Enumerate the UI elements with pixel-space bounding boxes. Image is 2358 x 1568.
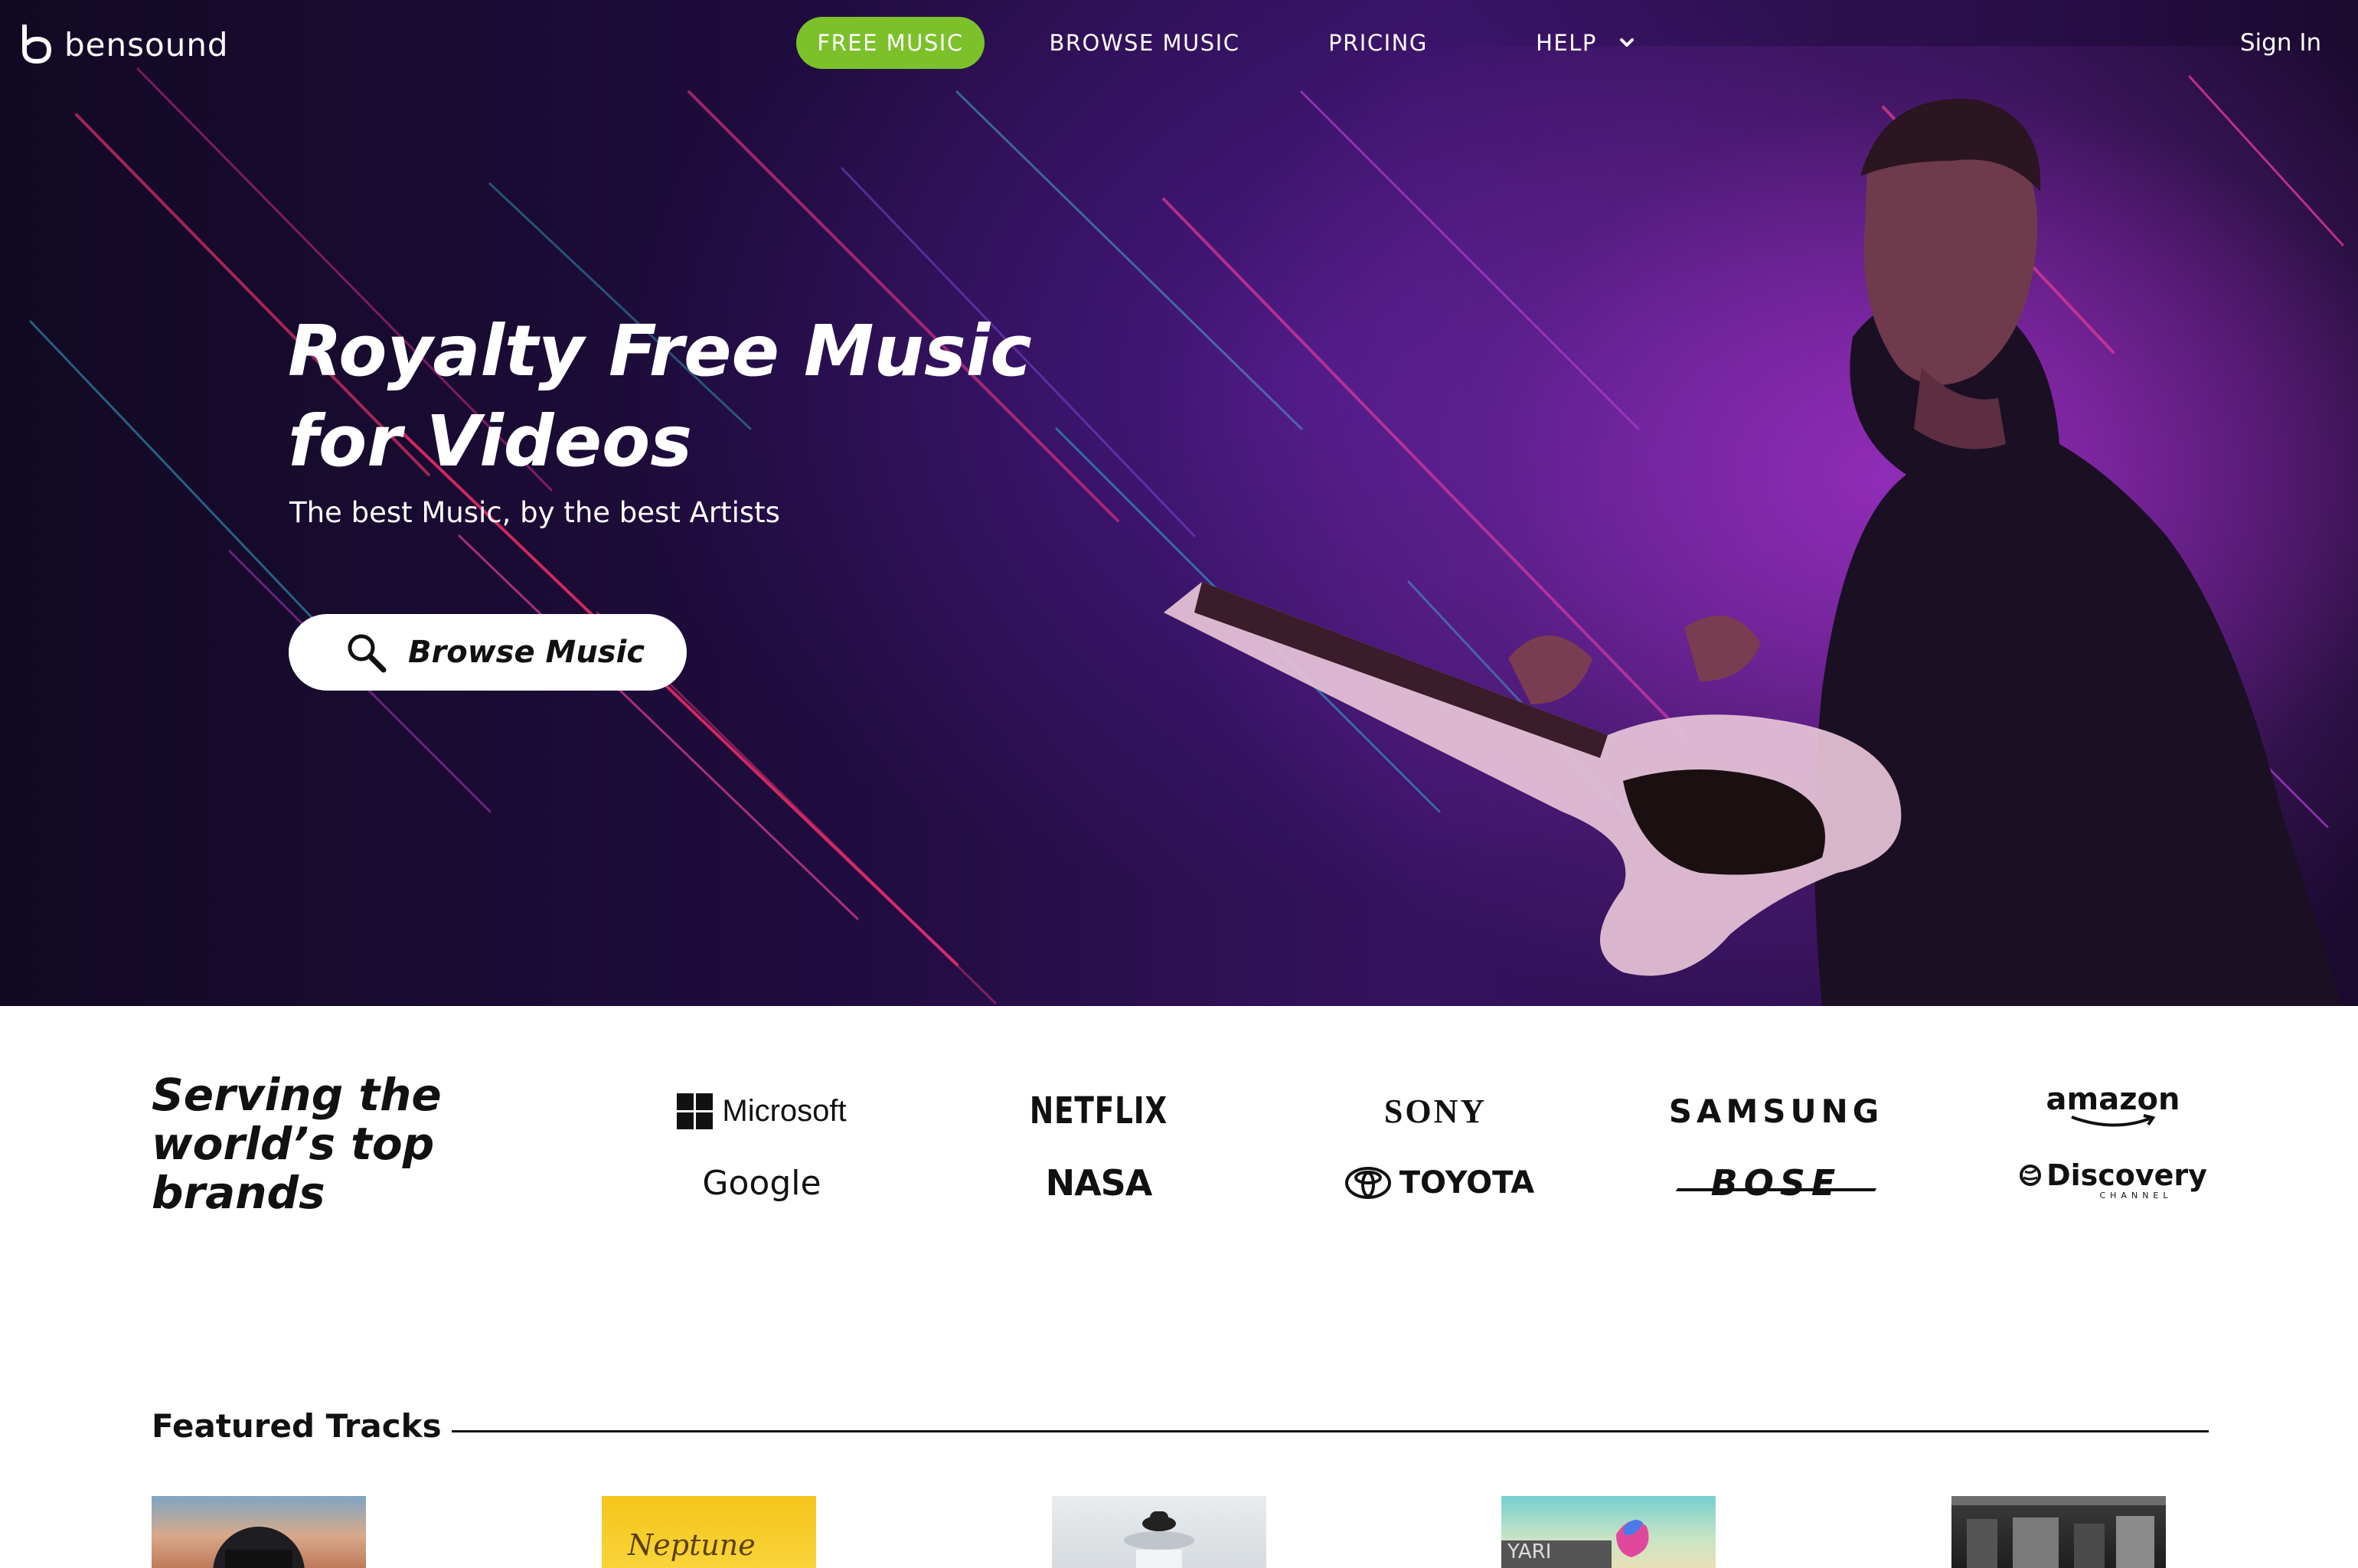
chevron-down-icon: [1619, 38, 1634, 47]
microsoft-logo: Microsoft: [674, 1084, 850, 1138]
toyota-emblem-icon: [1344, 1167, 1391, 1199]
bose-logo-text: BOSE: [1710, 1162, 1842, 1204]
toyota-logo-text: TOYOTA: [1399, 1165, 1535, 1200]
track-cover[interactable]: YARI: [1501, 1496, 1716, 1568]
bose-logo: BOSE: [1675, 1156, 1877, 1210]
track-cover[interactable]: [152, 1496, 366, 1568]
bose-underline: [1675, 1188, 1877, 1191]
track-cover-art: [1124, 1511, 1194, 1568]
amazon-logo: amazon: [2036, 1078, 2190, 1132]
sign-in-link[interactable]: Sign In: [2223, 17, 2338, 69]
brands-heading: Serving the world’s top brands: [152, 1070, 488, 1217]
brands-heading-line2: world’s top: [152, 1118, 435, 1170]
nasa-logo: NASA: [1045, 1162, 1153, 1204]
amazon-logo-text: amazon: [2046, 1082, 2180, 1117]
hero-subtitle: The best Music, by the best Artists: [289, 496, 780, 529]
microsoft-logo-text: Microsoft: [722, 1093, 847, 1128]
toyota-logo: TOYOTA: [1340, 1156, 1539, 1210]
netflix-logo: NETFLIX: [1029, 1089, 1168, 1132]
sony-logo: SONY: [1383, 1092, 1488, 1130]
bensound-logo[interactable]: bensound: [20, 23, 229, 66]
nav-help-label: HELP: [1536, 30, 1597, 56]
top-navigation: bensound FREE MUSIC BROWSE MUSIC PRICING…: [0, 0, 2358, 86]
bensound-logo-icon: [22, 24, 52, 64]
search-icon: [348, 634, 387, 673]
nav-browse-music[interactable]: BROWSE MUSIC: [1041, 17, 1248, 69]
hero-title-line1: Royalty Free Music: [288, 310, 1032, 392]
track-cover[interactable]: Neptune: [602, 1496, 816, 1568]
guitarist-photo: [1148, 46, 2358, 1006]
brand-name: bensound: [64, 25, 229, 64]
nav-pricing[interactable]: PRICING: [1314, 17, 1442, 69]
track-cover-text: Neptune: [628, 1528, 756, 1562]
track-cover-art: [1951, 1496, 2166, 1568]
nav-free-music[interactable]: FREE MUSIC: [796, 17, 985, 69]
browse-music-button[interactable]: Browse Music: [289, 614, 687, 691]
samsung-logo: SAMSUNG: [1668, 1092, 1884, 1130]
featured-tracks-divider: [452, 1430, 2209, 1432]
discovery-logo-main: Discovery: [2019, 1160, 2207, 1191]
brands-heading-line3: brands: [152, 1167, 325, 1219]
google-logo: Google: [702, 1163, 821, 1203]
discovery-logo: Discovery CHANNEL: [2019, 1153, 2207, 1207]
hero-title: Royalty Free Music for Videos: [288, 306, 1130, 487]
browse-music-button-label: Browse Music: [408, 635, 645, 670]
track-cover[interactable]: [1052, 1496, 1266, 1568]
track-cover-art: [213, 1527, 305, 1568]
track-cover[interactable]: [1951, 1496, 2166, 1568]
featured-tracks-title: Featured Tracks: [152, 1407, 442, 1445]
microsoft-icon: [677, 1093, 714, 1129]
globe-icon: [2020, 1164, 2042, 1186]
discovery-logo-text: Discovery: [2046, 1158, 2207, 1192]
nav-help[interactable]: HELP: [1520, 17, 1651, 69]
amazon-smile-icon: [2071, 1114, 2156, 1127]
discovery-channel-text: CHANNEL: [2099, 1190, 2173, 1200]
hero-title-line2: for Videos: [288, 400, 692, 482]
brands-heading-line1: Serving the: [152, 1069, 442, 1121]
track-cover-text: YARI: [1501, 1540, 1612, 1568]
